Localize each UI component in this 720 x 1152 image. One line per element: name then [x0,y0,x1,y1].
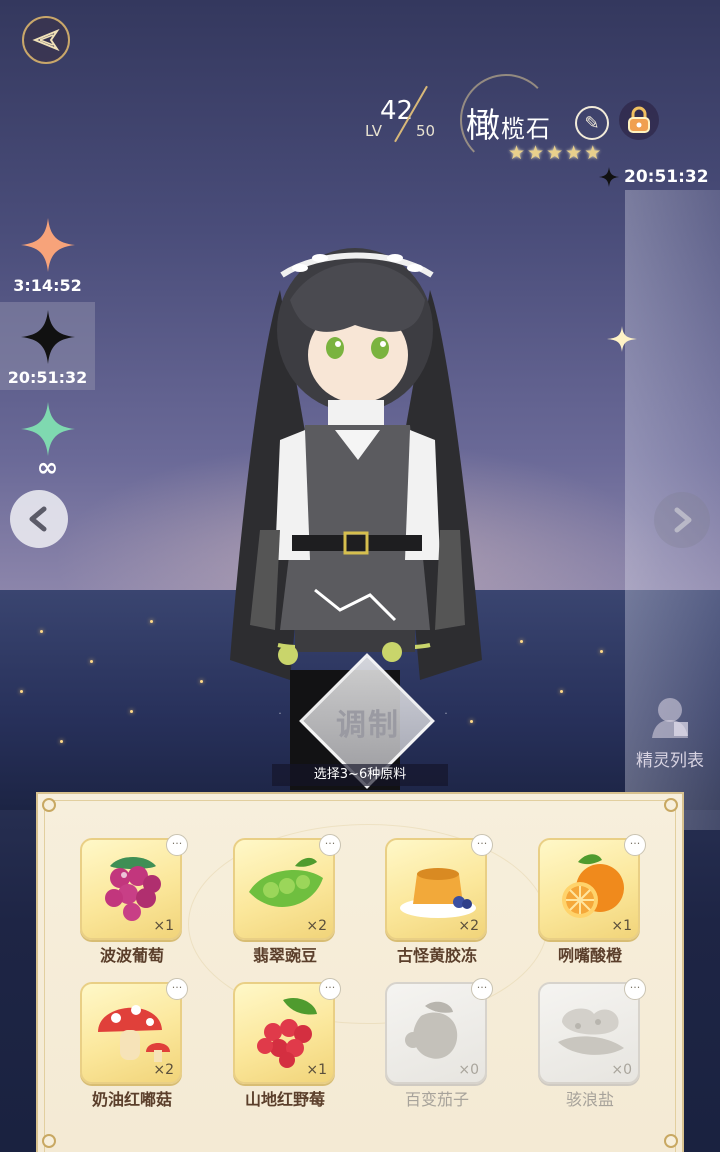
star-icon: ★ [565,142,583,164]
ingredient-name: 咧嘴酸橙 [557,946,622,965]
craft-area: 调制 [210,653,510,789]
corner-ornament [42,798,56,812]
more-options-button[interactable]: ··· [471,978,493,1000]
ingredient-name: 奶油红嘟菇 [91,1090,172,1109]
ingredient-item-jelly[interactable]: ··· ×2 古怪黄胶冻 [385,834,493,965]
more-options-button[interactable]: ··· [624,834,646,856]
ingredient-name: 百变茄子 [404,1090,469,1109]
star-icon: ★ [527,142,545,164]
sparkle-icon [607,326,637,352]
wing-logo-icon [32,28,60,52]
next-character-button[interactable] [654,492,710,548]
ingredient-item-orange[interactable]: ··· ×1 咧嘴酸橙 [538,834,646,965]
more-options-button[interactable]: ··· [319,978,341,1000]
eggplant-icon [405,1001,458,1059]
character-name-rest: 榄石 [501,115,551,143]
max-level: 50 [416,122,436,140]
star-icon: ★ [508,142,526,164]
mushroom-icon [98,1005,170,1062]
corner-ornament [664,798,678,812]
ingredient-item-mushroom[interactable]: ··· ×2 奶油红嘟菇 [80,978,188,1109]
ingredient-name: 山地红野莓 [244,1090,325,1109]
timer-slot-value: 20:51:32 [7,368,88,387]
menu-button[interactable] [22,16,70,64]
lock-button[interactable] [619,100,659,140]
craft-hint: 选择3~6种原料 [272,764,448,786]
ingredient-quantity: ×2 [306,918,327,934]
elf-list-button[interactable]: 精灵列表 [628,694,712,771]
ingredient-item-eggplant[interactable]: ··· ×0 百变茄子 [385,978,493,1109]
star-icon: ★ [584,142,602,164]
ingredient-quantity: ×0 [611,1062,632,1078]
pea-icon [249,857,323,907]
star-rating: ★ ★ ★ ★ ★ [508,142,601,164]
more-options-button[interactable]: ··· [624,978,646,1000]
ingredient-item-raspberry[interactable]: ··· ×1 山地红野莓 [233,978,341,1109]
more-options-button[interactable]: ··· [166,834,188,856]
grape-icon [105,857,161,921]
ingredient-name: 古怪黄胶冻 [396,946,477,965]
ingredient-item-pea[interactable]: ··· ×2 翡翠豌豆 [233,834,341,965]
edit-name-button[interactable]: ✎ [575,106,609,140]
timer-slot-green[interactable]: ∞ [0,400,95,483]
sparkle-line-left [279,712,281,714]
orange-star-icon [20,218,75,272]
timer-slot-value: 3:14:52 [13,276,82,295]
level-value: 42 [380,96,414,126]
craft-button-label: 调制 [336,708,400,743]
level-label: LV [365,122,382,140]
sparkle-line-right [445,712,447,714]
timer-slot-black[interactable]: 20:51:32 [0,302,95,390]
ingredient-item-grape[interactable]: ··· ×1 波波葡萄 [80,834,188,965]
character-name-first: 橄 [466,106,501,146]
jelly-icon [400,868,476,918]
ingredient-quantity: ×1 [611,918,632,934]
orange-icon [562,854,624,918]
ingredient-name: 翡翠豌豆 [252,946,317,965]
timer-slot-value: ∞ [36,453,59,483]
pencil-icon: ✎ [584,112,600,134]
chevron-right-icon [674,507,692,533]
ingredient-quantity: ×0 [458,1062,479,1078]
corner-ornament [42,1134,56,1148]
ingredient-quantity: ×2 [458,918,479,934]
prev-character-button[interactable] [10,490,68,548]
ingredient-quantity: ×2 [153,1062,174,1078]
lock-icon [628,106,650,133]
green-star-icon [20,402,75,456]
top-timer-value: 20:51:32 [624,167,709,187]
more-options-button[interactable]: ··· [319,834,341,856]
more-options-button[interactable]: ··· [166,978,188,1000]
chevron-left-icon [29,506,47,532]
character-name: 橄榄石 [466,98,551,147]
ingredient-name: 波波葡萄 [99,946,164,965]
ingredient-item-salt[interactable]: ··· ×0 骇浪盐 [538,978,646,1109]
black-star-icon [599,167,619,187]
raspberry-icon [257,997,317,1068]
timer-slot-orange[interactable]: 3:14:52 [0,216,95,295]
top-timer: 20:51:32 [598,166,709,188]
salt-icon [558,1008,624,1055]
star-icon: ★ [546,142,564,164]
ingredient-quantity: ×1 [153,918,174,934]
corner-ornament [664,1134,678,1148]
ingredient-panel: ··· ×1 波波葡萄 ··· ×2 翡翠豌豆 ··· ×2 古怪黄胶冻 ···… [36,792,684,1152]
black-star-icon [20,310,75,364]
ingredient-quantity: ×1 [306,1062,327,1078]
elf-list-label: 精灵列表 [636,751,704,771]
elf-silhouette-icon [652,698,688,738]
more-options-button[interactable]: ··· [471,834,493,856]
level-display: 42 LV 50 [362,85,462,144]
ingredient-name: 骇浪盐 [565,1090,614,1109]
